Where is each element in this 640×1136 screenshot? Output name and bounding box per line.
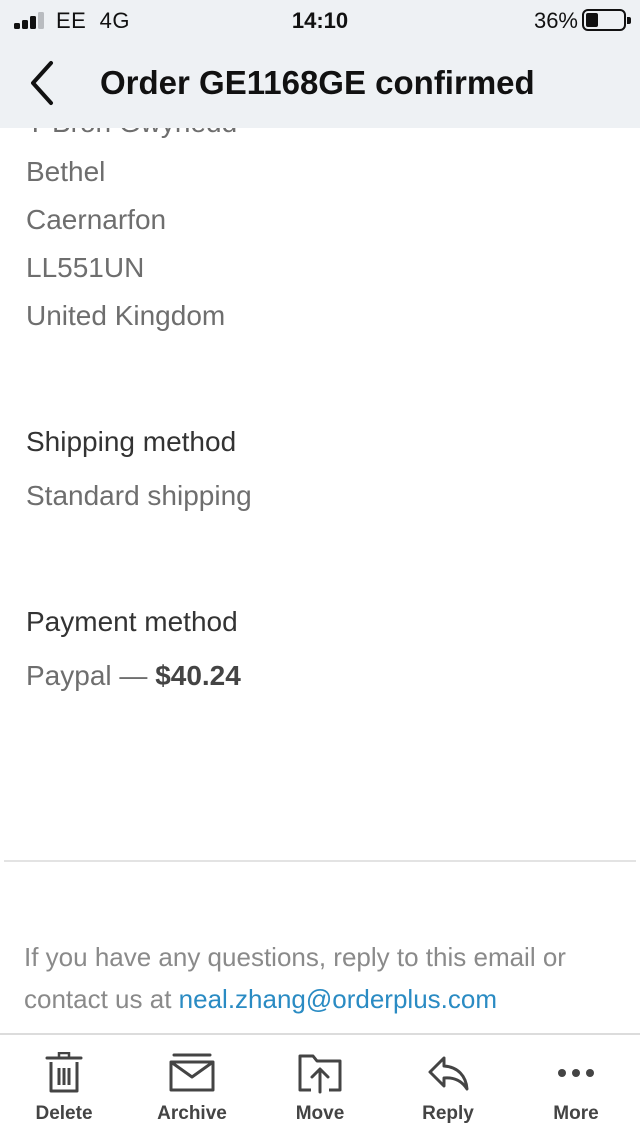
payment-value: Paypal — $40.24	[26, 659, 241, 693]
address-line: LL551UN	[26, 252, 145, 283]
email-body: Y Bron Gwynedd Bethel Caernarfon LL551UN…	[0, 128, 640, 1033]
divider	[4, 860, 636, 862]
email-screen: EE 4G 14:10 36% Order GE1168GE confirmed…	[0, 0, 640, 1136]
reply-icon	[428, 1056, 469, 1091]
reply-label: Reply	[422, 1103, 474, 1124]
move-button[interactable]: Move	[256, 1035, 384, 1136]
footer-contact-text: If you have any questions, reply to this…	[24, 936, 624, 1020]
bottom-toolbar: Delete Archive Move Reply More	[0, 1033, 640, 1136]
more-label: More	[553, 1103, 599, 1124]
address-line: United Kingdom	[26, 300, 226, 331]
delete-label: Delete	[35, 1103, 93, 1124]
address-line: Bethel	[26, 156, 106, 187]
contact-email-link[interactable]: neal.zhang@orderplus.com	[179, 984, 497, 1014]
back-button[interactable]	[22, 56, 62, 110]
archive-button[interactable]: Archive	[128, 1035, 256, 1136]
address-line: Caernarfon	[26, 204, 167, 235]
reply-button[interactable]: Reply	[384, 1035, 512, 1136]
battery-icon	[582, 9, 631, 31]
battery-percent: 36%	[533, 8, 578, 33]
shipping-value: Standard shipping	[26, 480, 252, 511]
shipping-heading: Shipping method	[26, 426, 237, 457]
payment-separator: —	[111, 660, 156, 691]
payment-heading: Payment method	[26, 606, 238, 637]
status-bar: EE 4G 14:10 36%	[0, 0, 640, 40]
move-folder-icon	[298, 1054, 342, 1094]
nav-header: Order GE1168GE confirmed	[0, 40, 640, 128]
payment-amount: $40.24	[155, 660, 241, 691]
payment-method: Paypal	[26, 660, 112, 691]
address-line: Y Bron Gwynedd	[26, 128, 237, 140]
trash-icon	[45, 1052, 83, 1093]
more-button[interactable]: More	[512, 1035, 640, 1136]
archive-label: Archive	[157, 1103, 227, 1124]
archive-icon	[169, 1053, 215, 1092]
page-title: Order GE1168GE confirmed	[100, 64, 535, 101]
more-dots-icon	[558, 1069, 594, 1077]
chevron-left-icon	[31, 61, 53, 105]
move-label: Move	[295, 1103, 345, 1124]
delete-button[interactable]: Delete	[0, 1035, 128, 1136]
